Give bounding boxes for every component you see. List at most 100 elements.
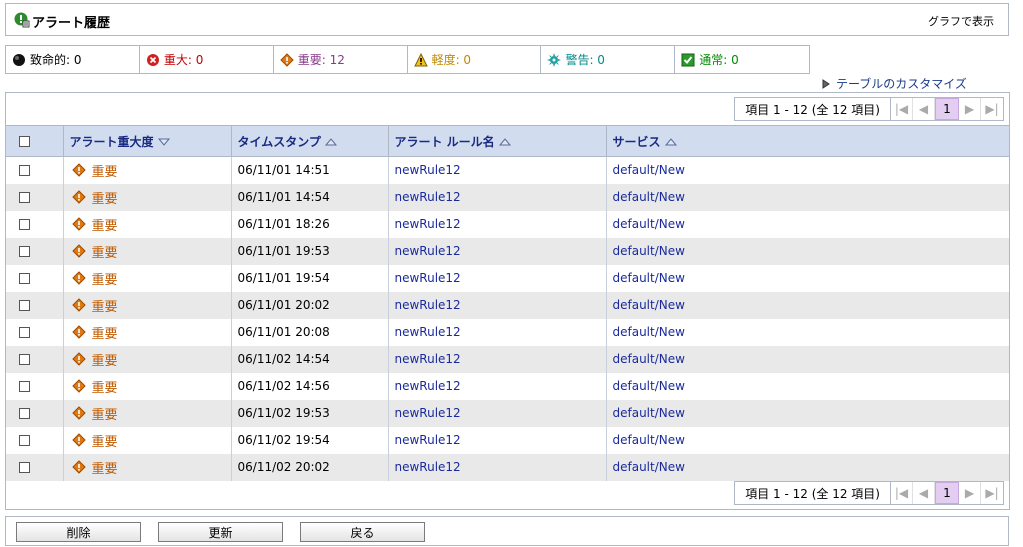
rule-name-link[interactable]: newRule12 [388,183,607,211]
severity-warning[interactable]: 警告: 0 [541,46,676,73]
fatal-circle-icon [13,53,25,66]
severity-text: 重要 [91,434,118,450]
warning-gear-icon [547,52,562,67]
row-checkbox[interactable] [19,435,30,446]
rule-name-link[interactable]: newRule12 [388,237,607,265]
service-link[interactable]: default/New [606,157,1009,184]
last-page-icon[interactable]: ▶| [981,482,1003,504]
next-page-icon[interactable]: ▶ [959,98,981,120]
prev-page-icon[interactable]: ◀ [913,98,935,120]
severity-text: 重要 [91,353,118,369]
service-link[interactable]: default/New [606,399,1009,427]
service-link[interactable]: default/New [606,319,1009,346]
service-link[interactable]: default/New [606,453,1009,481]
table-row[interactable]: 重要 06/11/01 14:54 newRule12 default/New [6,183,1009,211]
service-link[interactable]: default/New [606,345,1009,373]
table-row[interactable]: 重要 06/11/02 14:56 newRule12 default/New [6,372,1009,400]
page-number[interactable]: 1 [935,98,959,120]
service-link[interactable]: default/New [606,373,1009,400]
column-header-timestamp[interactable]: タイムスタンプ [231,125,389,157]
delete-button[interactable]: 削除 [16,522,141,542]
column-header-severity[interactable]: アラート重大度 [63,125,232,157]
service-link[interactable]: default/New [606,211,1009,238]
severity-fatal-label: 致命的: 0 [30,53,82,67]
row-checkbox[interactable] [19,354,30,365]
action-button-bar: 削除 更新 戻る [5,516,1009,546]
major-diamond-icon [71,352,86,366]
row-select-cell [6,345,64,373]
service-link[interactable]: default/New [606,427,1009,454]
refresh-button[interactable]: 更新 [158,522,283,542]
rule-name-link[interactable]: newRule12 [388,372,607,400]
rule-name-link[interactable]: newRule12 [388,318,607,346]
timestamp-cell: 06/11/01 14:54 [231,183,389,211]
last-page-icon[interactable]: ▶| [981,98,1003,120]
row-checkbox[interactable] [19,165,30,177]
major-diamond-icon [71,460,86,474]
sort-ascending-icon [664,138,677,146]
row-checkbox[interactable] [19,462,30,473]
row-checkbox[interactable] [19,219,30,230]
severity-normal[interactable]: 通常: 0 [675,46,809,73]
rule-name-link[interactable]: newRule12 [388,210,607,238]
timestamp-cell: 06/11/02 20:02 [231,453,389,481]
service-link[interactable]: default/New [606,237,1009,265]
major-diamond-icon [71,190,86,204]
severity-text: 重要 [91,164,118,180]
rule-name-link[interactable]: newRule12 [388,264,607,292]
rule-name-link[interactable]: newRule12 [388,399,607,427]
severity-fatal[interactable]: 致命的: 0 [6,46,140,73]
service-link[interactable]: default/New [606,265,1009,292]
severity-text: 重要 [91,326,118,342]
rule-name-link[interactable]: newRule12 [388,453,607,481]
row-checkbox[interactable] [19,273,30,284]
triangle-right-icon [822,78,830,89]
table-row[interactable]: 重要 06/11/01 19:54 newRule12 default/New [6,264,1009,292]
page-number[interactable]: 1 [935,482,959,504]
timestamp-cell: 06/11/01 14:51 [231,156,389,184]
rule-name-link[interactable]: newRule12 [388,291,607,319]
back-button[interactable]: 戻る [300,522,425,542]
severity-text: 重要 [91,461,118,477]
alert-table: アラート重大度 タイムスタンプ アラート ルール名 サービス 重要 06/11/0… [6,125,1009,481]
service-link[interactable]: default/New [606,183,1009,211]
table-row[interactable]: 重要 06/11/01 18:26 newRule12 default/New [6,210,1009,238]
column-header-rule[interactable]: アラート ルール名 [388,125,607,157]
first-page-icon[interactable]: |◀ [891,482,913,504]
select-all-checkbox[interactable] [19,136,30,147]
rule-name-link[interactable]: newRule12 [388,426,607,454]
major-diamond-icon [71,271,86,285]
table-row[interactable]: 重要 06/11/01 14:51 newRule12 default/New [6,156,1009,184]
column-header-service[interactable]: サービス [606,125,1009,157]
severity-major[interactable]: 重要: 12 [274,46,408,73]
first-page-icon[interactable]: |◀ [891,98,913,120]
rule-name-link[interactable]: newRule12 [388,156,607,184]
row-select-cell [6,318,64,346]
row-checkbox[interactable] [19,381,30,392]
row-checkbox[interactable] [19,192,30,203]
row-checkbox[interactable] [19,300,30,311]
row-select-cell [6,399,64,427]
next-page-icon[interactable]: ▶ [959,482,981,504]
table-row[interactable]: 重要 06/11/02 14:54 newRule12 default/New [6,345,1009,373]
row-checkbox[interactable] [19,246,30,257]
customize-table-link[interactable]: テーブルのカスタマイズ [822,75,967,92]
sort-ascending-icon [498,138,511,146]
table-row[interactable]: 重要 06/11/01 20:02 newRule12 default/New [6,291,1009,319]
table-row[interactable]: 重要 06/11/02 19:54 newRule12 default/New [6,426,1009,454]
table-row[interactable]: 重要 06/11/01 20:08 newRule12 default/New [6,318,1009,346]
severity-minor[interactable]: 軽度: 0 [408,46,542,73]
prev-page-icon[interactable]: ◀ [913,482,935,504]
timestamp-cell: 06/11/02 19:53 [231,399,389,427]
severity-cell: 重要 [63,372,232,400]
rule-name-link[interactable]: newRule12 [388,345,607,373]
graph-view-link[interactable]: グラフで表示 [928,13,994,29]
row-checkbox[interactable] [19,327,30,338]
service-link[interactable]: default/New [606,291,1009,319]
row-checkbox[interactable] [19,408,30,419]
table-row[interactable]: 重要 06/11/02 20:02 newRule12 default/New [6,453,1009,481]
table-row[interactable]: 重要 06/11/02 19:53 newRule12 default/New [6,399,1009,427]
severity-critical[interactable]: 重大: 0 [140,46,274,73]
severity-cell: 重要 [63,291,232,319]
table-row[interactable]: 重要 06/11/01 19:53 newRule12 default/New [6,237,1009,265]
